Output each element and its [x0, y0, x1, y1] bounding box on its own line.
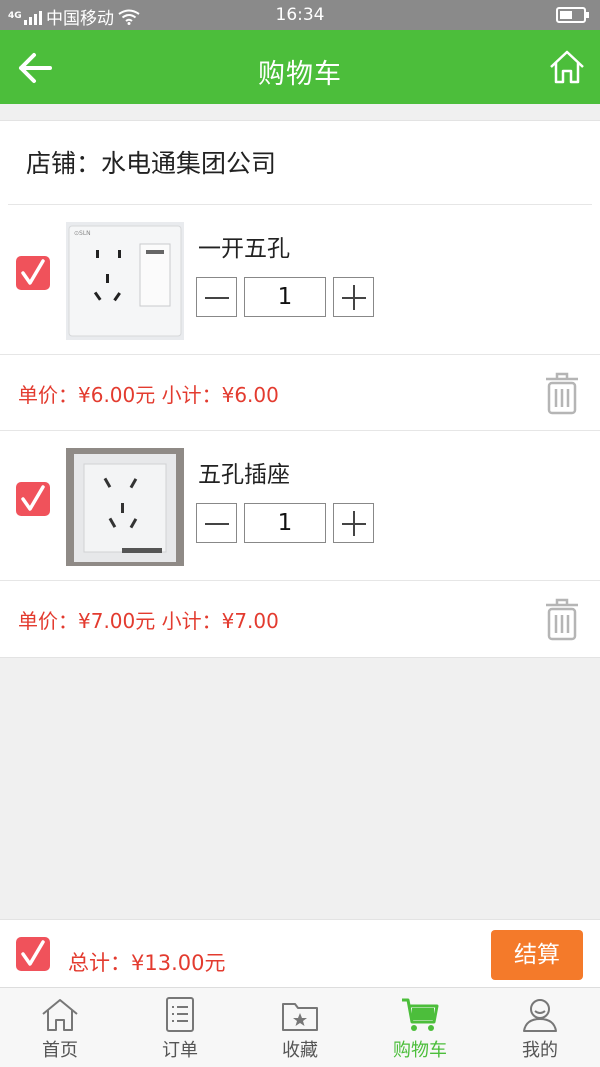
- home-icon: [42, 999, 78, 1031]
- tab-profile[interactable]: 我的: [480, 988, 600, 1067]
- checkmark-icon: [21, 940, 45, 966]
- cart-item: 五孔插座 1: [0, 431, 600, 581]
- price-row: 单价：¥7.00元 小计：¥7.00: [0, 581, 600, 657]
- tab-cart[interactable]: 购物车: [360, 988, 480, 1067]
- trash-icon[interactable]: [544, 597, 580, 641]
- total-price: 总计：¥13.00元: [68, 951, 226, 975]
- increase-button[interactable]: [333, 277, 374, 317]
- price-row: 单价：¥6.00元 小计：¥6.00: [0, 355, 600, 431]
- select-all-checkbox[interactable]: [16, 937, 50, 971]
- item-checkbox[interactable]: [16, 482, 50, 516]
- svg-text:⊙SLN: ⊙SLN: [74, 230, 91, 237]
- checkout-button[interactable]: 结算: [491, 930, 583, 980]
- tab-label: 首页: [42, 1040, 78, 1061]
- tab-label: 收藏: [282, 1040, 318, 1061]
- battery-icon: [556, 7, 589, 23]
- item-checkbox[interactable]: [16, 256, 50, 290]
- tab-label: 我的: [522, 1040, 558, 1061]
- tab-orders[interactable]: 订单: [120, 988, 240, 1067]
- trash-icon[interactable]: [544, 371, 580, 415]
- tab-label: 订单: [162, 1040, 198, 1061]
- page-title: 购物车: [258, 59, 342, 90]
- order-list-icon: [166, 997, 194, 1032]
- product-name[interactable]: 五孔插座: [198, 455, 290, 489]
- status-bar: 4G 中国移动 16:34: [0, 0, 600, 30]
- tab-favorites[interactable]: 收藏: [240, 988, 360, 1067]
- clock: 16:34: [275, 5, 325, 25]
- cart-item: ⊙SLN 一开五孔 1: [0, 205, 600, 355]
- checkmark-icon: [21, 259, 45, 285]
- cart-list: 店铺：水电通集团公司 ⊙SLN 一开五孔 1 单价：¥6.00元 小计：¥6.0…: [0, 120, 600, 658]
- product-name[interactable]: 一开五孔: [198, 229, 290, 263]
- favorites-folder-icon: [282, 1003, 318, 1031]
- home-icon[interactable]: [548, 48, 586, 86]
- quantity-input[interactable]: 1: [244, 503, 326, 543]
- checkmark-icon: [21, 485, 45, 511]
- decrease-button[interactable]: [196, 503, 237, 543]
- product-image-socket[interactable]: [66, 448, 184, 566]
- price-subtotal: 单价：¥7.00元 小计：¥7.00: [18, 609, 279, 633]
- user-icon: [523, 999, 557, 1032]
- cart-icon: [402, 998, 439, 1031]
- price-subtotal: 单价：¥6.00元 小计：¥6.00: [18, 383, 279, 407]
- bottom-tab-bar: 首页 订单 收藏 购物车 我的: [0, 987, 600, 1067]
- decrease-button[interactable]: [196, 277, 237, 317]
- quantity-input[interactable]: 1: [244, 277, 326, 317]
- increase-button[interactable]: [333, 503, 374, 543]
- checkout-bar: 总计：¥13.00元 结算: [0, 919, 600, 987]
- tab-label: 购物车: [393, 1040, 447, 1061]
- shop-name: 店铺：水电通集团公司: [8, 121, 592, 205]
- title-bar: 购物车: [0, 30, 600, 104]
- tab-home[interactable]: 首页: [0, 988, 120, 1067]
- product-image-switch-socket[interactable]: ⊙SLN: [66, 222, 184, 340]
